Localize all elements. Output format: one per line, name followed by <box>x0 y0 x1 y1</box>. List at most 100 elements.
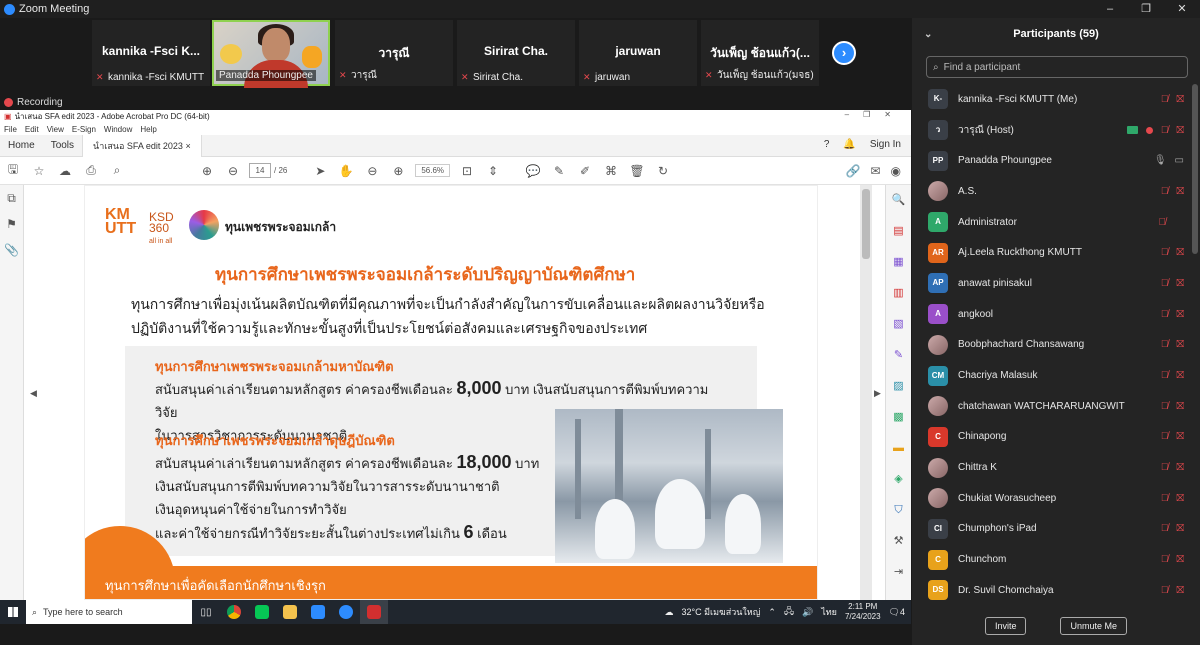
combine-icon[interactable]: ▦ <box>886 247 911 278</box>
notification-icon[interactable]: 🗨4 <box>889 607 905 618</box>
participant-row[interactable]: A.S. 🎙̸ ⛝ <box>912 176 1188 207</box>
trash-icon[interactable]: 🗑 <box>624 164 650 178</box>
save-icon[interactable]: 🖫 <box>0 160 26 181</box>
page-up-icon[interactable]: ⊕ <box>194 164 220 178</box>
video-tile-active-speaker[interactable]: Panadda Phoungpee <box>212 20 330 88</box>
taskbar-search[interactable]: ⌕ Type here to search <box>26 600 192 624</box>
hand-icon[interactable]: ✋ <box>333 164 359 178</box>
page-down-icon[interactable]: ⊖ <box>220 164 246 178</box>
participant-row[interactable]: ว วารุณี (Host) 🎙̸ ⛝ <box>912 115 1188 146</box>
export-icon[interactable]: ▧ <box>886 309 911 340</box>
unmute-me-button[interactable]: Unmute Me <box>1060 617 1128 635</box>
participant-row[interactable]: Chukiat Worasucheep 🎙̸ ⛝ <box>912 483 1188 514</box>
gallery-next-button[interactable]: › <box>832 41 856 65</box>
file-explorer-icon[interactable] <box>276 600 304 624</box>
menu-help[interactable]: Help <box>140 125 156 134</box>
more-tools-icon[interactable]: ⚒ <box>886 526 911 557</box>
tab-tools[interactable]: Tools <box>43 140 82 151</box>
print-icon[interactable]: ⎙ <box>78 163 104 178</box>
participant-row[interactable]: Aangkool 🎙̸ ⛝ <box>912 299 1188 330</box>
close-tab-icon[interactable]: × <box>185 141 190 151</box>
video-tile[interactable]: jaruwan ✕ jaruwan <box>579 20 697 86</box>
pages-icon[interactable]: ⧉ <box>0 185 23 211</box>
weather-text[interactable]: 32°C มีเมฆส่วนใหญ่ <box>681 605 760 619</box>
video-tile[interactable]: วารุณี ✕ วารุณี <box>335 20 453 86</box>
invite-button[interactable]: Invite <box>984 617 1027 635</box>
weather-icon[interactable]: ☁ <box>664 607 673 618</box>
vertical-scrollbar[interactable] <box>860 185 872 600</box>
bell-icon[interactable]: 🔔 <box>843 139 855 150</box>
participant-row[interactable]: Boobphachard Chansawang 🎙̸ ⛝ <box>912 330 1188 361</box>
star-icon[interactable]: ☆ <box>26 164 52 178</box>
rotate-icon[interactable]: ↻ <box>650 164 676 178</box>
video-tile[interactable]: kannika -Fsci K... ✕ kannika -Fsci KMUTT <box>92 20 210 86</box>
page-number-input[interactable]: 14 <box>249 163 271 178</box>
zoom-tool-icon[interactable]: 🔍 <box>886 185 911 216</box>
task-view-icon[interactable]: ▯▯ <box>192 600 220 624</box>
menu-view[interactable]: View <box>47 125 64 134</box>
bookmark-icon[interactable]: ⚑ <box>0 211 23 237</box>
chrome-icon[interactable] <box>220 600 248 624</box>
fill-sign-icon[interactable]: ✎ <box>886 340 911 371</box>
scroll-mode-icon[interactable]: ⇕ <box>480 164 506 178</box>
stamp-icon[interactable]: ⌘ <box>598 164 624 178</box>
link-icon[interactable]: 🔗 <box>846 164 861 178</box>
highlight-icon[interactable]: ✎ <box>546 164 572 178</box>
language-indicator[interactable]: ไทย <box>821 605 837 619</box>
menu-edit[interactable]: Edit <box>25 125 39 134</box>
tab-document[interactable]: นำเสนอ SFA edit 2023 × <box>82 134 202 157</box>
taskbar-clock[interactable]: 2:11 PM 7/24/2023 <box>845 602 881 622</box>
help-icon[interactable]: ? <box>824 139 830 150</box>
tray-chevron-icon[interactable]: ⌃ <box>768 607 776 618</box>
zoom-taskbar-icon[interactable] <box>332 600 360 624</box>
participant-search[interactable]: ⌕ Find a participant <box>926 56 1188 78</box>
participant-row[interactable]: AP anawat pinisakul 🎙̸ ⛝ <box>912 268 1188 299</box>
cursor-icon[interactable]: ➤ <box>307 164 333 178</box>
collapse-right-icon[interactable]: ▶ <box>874 388 881 399</box>
menu-esign[interactable]: E-Sign <box>72 125 96 134</box>
line-icon[interactable] <box>248 600 276 624</box>
organize-icon[interactable]: ▥ <box>886 278 911 309</box>
account-icon[interactable]: ◉ <box>891 164 901 178</box>
menu-window[interactable]: Window <box>104 125 132 134</box>
volume-icon[interactable]: 🔊 <box>802 607 813 618</box>
fit-page-icon[interactable]: ⊡ <box>454 164 480 178</box>
tab-home[interactable]: Home <box>0 140 43 151</box>
participant-row[interactable]: chatchawan WATCHARARUANGWIT 🎙̸ ⛝ <box>912 391 1188 422</box>
zoom-out-icon[interactable]: ⊖ <box>359 164 385 178</box>
comment-icon[interactable]: 💬 <box>520 164 546 178</box>
video-tile[interactable]: วันเพ็ญ ช้อนแก้ว(... ✕ วันเพ็ญ ช้อนแก้ว(ม… <box>701 20 819 86</box>
app-icon[interactable] <box>304 600 332 624</box>
participant-row[interactable]: K-kannika -Fsci KMUTT (Me) 🎙̸ ⛝ <box>912 84 1188 115</box>
protect-icon[interactable]: ⛉ <box>886 495 911 526</box>
video-tile[interactable]: Sirirat Cha. ✕ Sirirat Cha. <box>457 20 575 86</box>
participant-scrollbar[interactable] <box>1192 84 1198 254</box>
collapse-left-icon[interactable]: ◀ <box>30 388 37 399</box>
comment-tool-icon[interactable]: ▬ <box>886 433 911 464</box>
acrobat-window-controls[interactable]: –❐✕ <box>845 110 905 119</box>
participant-row[interactable]: C Chunchom 🎙̸ ⛝ <box>912 544 1188 575</box>
participant-row[interactable]: A Administrator 🎙̸ <box>912 207 1188 238</box>
participant-row[interactable]: PP Panadda Phoungpee 🎙 ▭ <box>912 145 1188 176</box>
upload-icon[interactable]: ☁ <box>52 164 78 178</box>
maximize-button[interactable]: ❐ <box>1128 0 1164 18</box>
menu-file[interactable]: File <box>4 125 17 134</box>
share-icon[interactable]: ▩ <box>886 402 911 433</box>
mail-icon[interactable]: ✉ <box>870 164 880 178</box>
participant-row[interactable]: AR Aj.Leela Ruckthong KMUTT 🎙̸ ⛝ <box>912 237 1188 268</box>
zoom-select[interactable]: 56.6% <box>415 164 451 177</box>
network-icon[interactable]: 🖧 <box>784 604 794 620</box>
participant-row[interactable]: C Chinapong 🎙̸ ⛝ <box>912 422 1188 453</box>
chevron-down-icon[interactable]: ⌄ <box>924 29 932 40</box>
participant-row[interactable]: CI Chumphon's iPad 🎙̸ ⛝ <box>912 514 1188 545</box>
draw-icon[interactable]: ✐ <box>572 164 598 178</box>
scrollbar-thumb[interactable] <box>862 189 870 259</box>
zoom-in-icon[interactable]: ⊕ <box>385 164 411 178</box>
minimize-button[interactable]: – <box>1092 0 1128 18</box>
participant-row[interactable]: CM Chacriya Malasuk 🎙̸ ⛝ <box>912 360 1188 391</box>
edit-pdf-icon[interactable]: ▨ <box>886 371 911 402</box>
scan-icon[interactable]: ◈ <box>886 464 911 495</box>
start-button[interactable] <box>0 600 26 624</box>
participant-row[interactable]: Chittra K 🎙̸ ⛝ <box>912 452 1188 483</box>
expand-icon[interactable]: ⇥ <box>886 557 911 588</box>
